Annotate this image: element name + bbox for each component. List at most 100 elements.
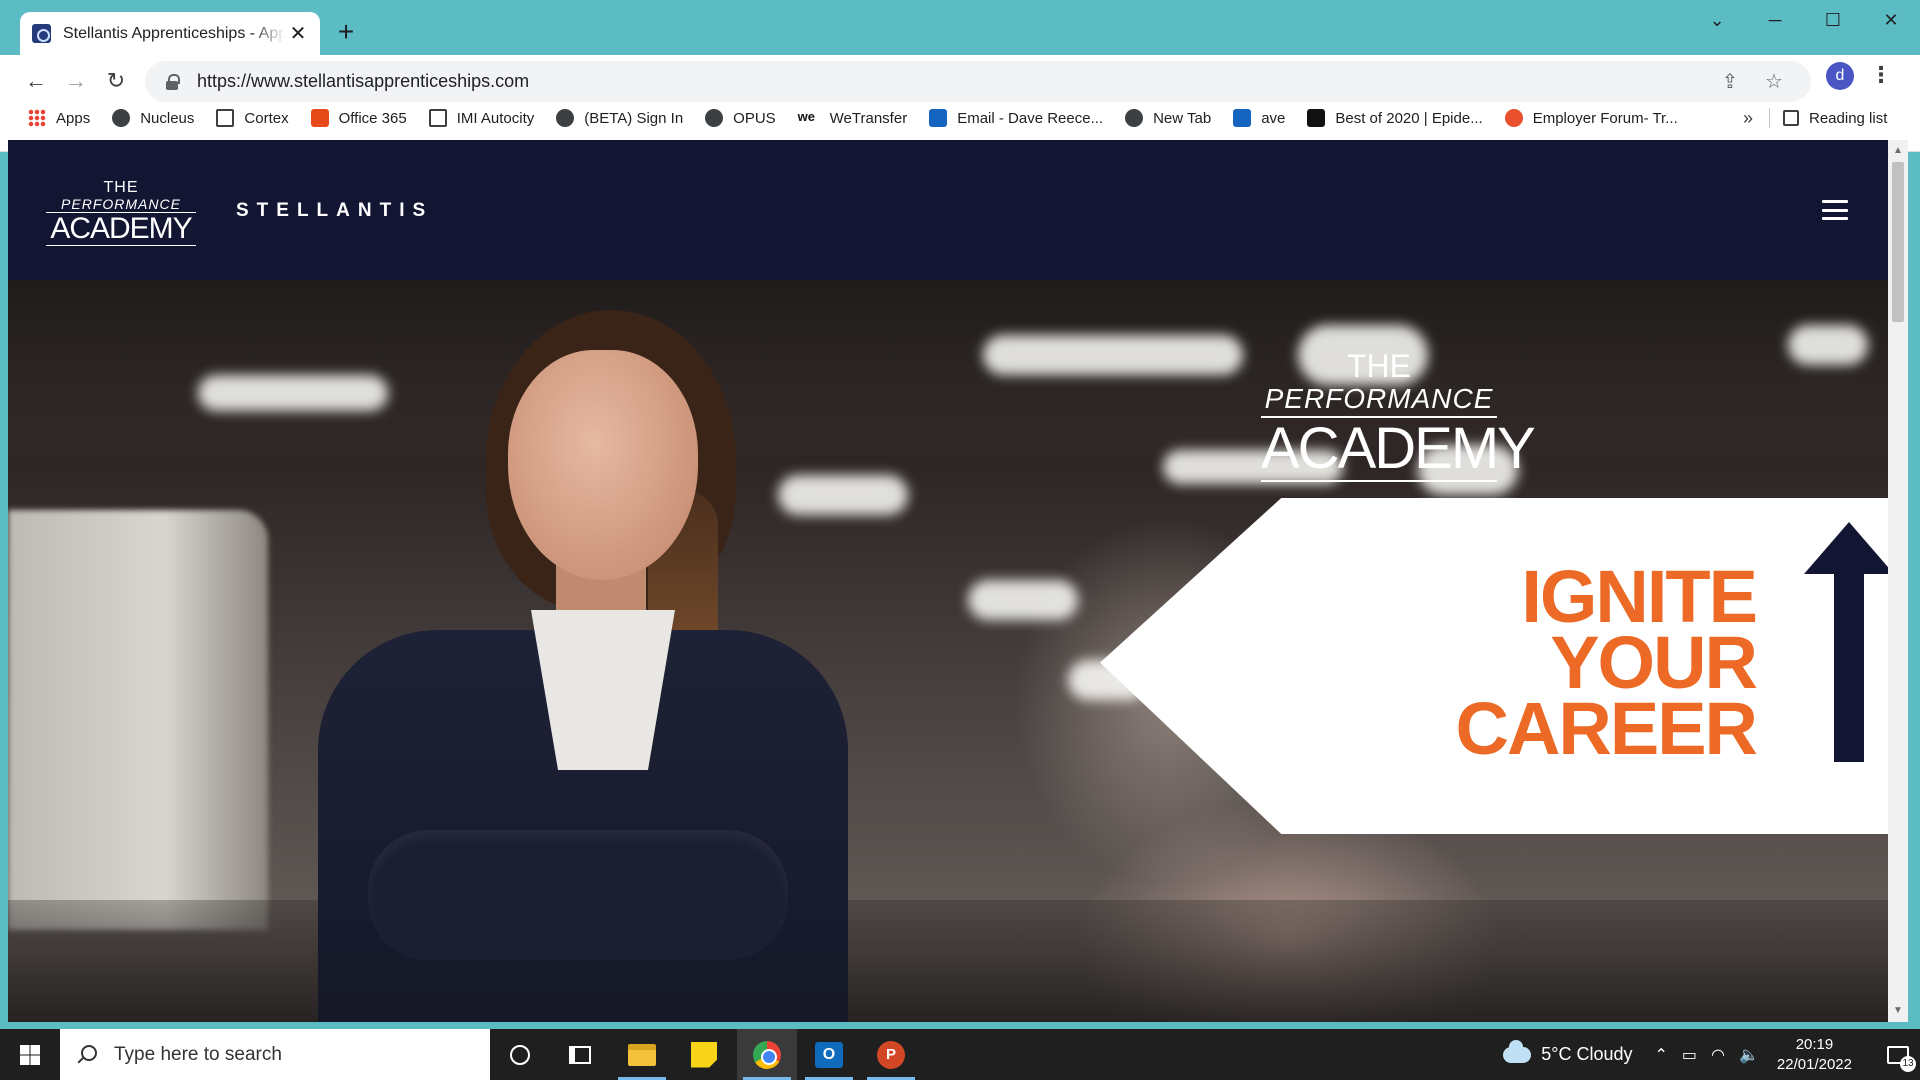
bookmark-best-of-2020[interactable]: Best of 2020 | Epide... — [1307, 109, 1483, 127]
tab-title: Stellantis Apprenticeships - Apply — [63, 24, 285, 42]
close-window-icon[interactable]: ✕ — [1862, 0, 1920, 40]
bookmark-label: Email - Dave Reece... — [957, 109, 1104, 127]
browser-tab-active[interactable]: Stellantis Apprenticeships - Apply ✕ — [20, 12, 320, 55]
reading-list-label: Reading list — [1809, 109, 1888, 127]
bookmarks-bar: Apps Nucleus Cortex Office 365 IMI Autoc… — [0, 103, 1920, 133]
hero-banner: THE PERFORMANCE ACADEMY IGNITE YOUR CARE… — [8, 280, 1888, 1022]
bookmark-wetransfer[interactable]: we WeTransfer — [798, 109, 908, 127]
battery-icon[interactable]: ▭ — [1682, 1045, 1697, 1065]
show-hidden-icons-chevron-icon[interactable]: ⌃ — [1655, 1045, 1668, 1065]
cortana-button[interactable] — [490, 1029, 550, 1080]
scrollbar-thumb[interactable] — [1892, 162, 1904, 322]
site-header: THE PERFORMANCE ACADEMY STELLANTIS — [8, 140, 1888, 280]
bookmark-email-dave[interactable]: Email - Dave Reece... — [929, 109, 1103, 127]
taskbar-search[interactable]: Type here to search — [60, 1029, 490, 1080]
wifi-icon[interactable]: ◠ — [1711, 1045, 1725, 1065]
bookmarks-overflow-chevron-icon[interactable]: » — [1743, 103, 1753, 133]
volume-icon[interactable]: 🔈 — [1739, 1045, 1759, 1065]
start-button[interactable] — [0, 1029, 60, 1080]
bookmark-label: Apps — [56, 109, 91, 127]
globe-icon — [1125, 109, 1144, 127]
bookmark-opus[interactable]: OPUS — [705, 109, 776, 127]
ignite-your-career-banner: IGNITE YOUR CAREER — [1100, 498, 1888, 834]
up-arrow-stem — [1834, 570, 1864, 762]
bookmark-label: Best of 2020 | Epide... — [1335, 109, 1483, 127]
bookmark-new-tab[interactable]: New Tab — [1125, 109, 1211, 127]
performance-academy-logo[interactable]: THE PERFORMANCE ACADEMY — [46, 180, 196, 246]
hero-light — [983, 335, 1243, 375]
bookmark-label: OPUS — [733, 109, 776, 127]
minimize-icon[interactable]: ─ — [1746, 0, 1804, 40]
notification-count: 13 — [1900, 1056, 1916, 1072]
address-bar[interactable]: https://www.stellantisapprenticeships.co… — [145, 61, 1811, 102]
taskbar-clock[interactable]: 20:19 22/01/2022 — [1777, 1035, 1852, 1075]
bookmark-cortex[interactable]: Cortex — [216, 109, 289, 127]
chrome-button[interactable] — [737, 1029, 797, 1080]
lock-icon[interactable] — [165, 73, 180, 90]
omnibox-actions: ⇪ ☆ — [1718, 69, 1786, 94]
task-view-button[interactable] — [550, 1029, 610, 1080]
weather-widget[interactable]: 5°C Cloudy — [1503, 1039, 1633, 1065]
windows-logo-icon — [20, 1044, 40, 1065]
bookmark-beta-sign-in[interactable]: (BETA) Sign In — [556, 109, 683, 127]
bookmark-nucleus[interactable]: Nucleus — [112, 109, 194, 127]
bookmark-office-365[interactable]: Office 365 — [310, 109, 407, 127]
bookmark-employer-forum[interactable]: Employer Forum- Tr... — [1504, 109, 1678, 127]
scroll-down-icon[interactable]: ▼ — [1891, 1004, 1905, 1018]
sticky-notes-button[interactable] — [674, 1029, 734, 1080]
maximize-icon[interactable]: ☐ — [1804, 0, 1862, 40]
person-arms — [368, 830, 788, 960]
stellantis-logo[interactable]: STELLANTIS — [236, 200, 433, 222]
bookmark-imi-autocity[interactable]: IMI Autocity — [428, 109, 534, 127]
outlook-button[interactable]: O — [799, 1029, 859, 1080]
back-button[interactable]: ← — [20, 65, 52, 97]
profile-avatar[interactable]: d — [1826, 62, 1854, 90]
office-icon — [310, 109, 329, 127]
hero-floor — [8, 900, 1888, 1022]
system-tray: 5°C Cloudy ⌃ ▭ ◠ 🔈 20:19 22/01/2022 13 — [1503, 1029, 1920, 1080]
forward-button[interactable]: → — [60, 65, 92, 97]
reload-button[interactable]: ↻ — [100, 65, 132, 97]
apps-grid-icon — [28, 109, 46, 127]
weather-text: 5°C Cloudy — [1541, 1044, 1633, 1064]
cortana-icon — [510, 1044, 530, 1065]
outlook-icon — [929, 109, 948, 127]
browser-titlebar: Stellantis Apprenticeships - Apply ✕ + ⌄… — [0, 0, 1920, 55]
hamburger-line — [1822, 217, 1848, 220]
outlook-icon: O — [815, 1041, 843, 1068]
bookmark-star-icon[interactable]: ☆ — [1762, 69, 1786, 94]
bookmark-apps[interactable]: Apps — [28, 109, 90, 127]
tab-search-icon[interactable]: ⌄ — [1688, 0, 1746, 40]
browser-menu-icon[interactable]: ⋮ — [1870, 62, 1892, 90]
logo-the: THE — [103, 179, 139, 196]
reading-list-button[interactable]: Reading list — [1783, 103, 1887, 133]
logo-performance: PERFORMANCE — [46, 196, 196, 213]
site-favicon-icon — [32, 24, 51, 43]
hero-background-vehicle — [8, 510, 268, 930]
globe-icon — [705, 109, 724, 127]
cortex-icon — [216, 109, 235, 127]
bookmark-ave[interactable]: ave — [1233, 109, 1285, 127]
tray-icons: ⌃ ▭ ◠ 🔈 — [1655, 1045, 1759, 1065]
clock-time: 20:19 — [1795, 1035, 1834, 1053]
new-tab-button[interactable]: + — [331, 18, 361, 48]
scroll-up-icon[interactable]: ▲ — [1891, 144, 1905, 158]
wetransfer-icon: we — [797, 109, 816, 124]
url-text[interactable]: https://www.stellantisapprenticeships.co… — [197, 71, 529, 92]
hero-light — [968, 580, 1078, 620]
sticky-notes-icon — [691, 1041, 717, 1068]
page-scrollbar[interactable]: ▲ ▼ — [1888, 140, 1908, 1022]
action-center-button[interactable]: 13 — [1876, 1029, 1920, 1080]
share-icon[interactable]: ⇪ — [1718, 69, 1742, 94]
employer-icon — [1504, 109, 1523, 127]
tab-close-icon[interactable]: ✕ — [288, 24, 308, 44]
bookmark-label: ave — [1261, 109, 1286, 127]
powerpoint-button[interactable]: P — [861, 1029, 921, 1080]
bookmark-label: New Tab — [1153, 109, 1212, 127]
file-explorer-button[interactable] — [612, 1029, 672, 1080]
powerpoint-icon: P — [877, 1040, 905, 1069]
globe-icon — [556, 109, 575, 127]
hamburger-menu-icon[interactable] — [1822, 200, 1848, 220]
page-viewport: THE PERFORMANCE ACADEMY STELLANTIS THE P… — [8, 140, 1888, 1022]
hamburger-line — [1822, 200, 1848, 203]
